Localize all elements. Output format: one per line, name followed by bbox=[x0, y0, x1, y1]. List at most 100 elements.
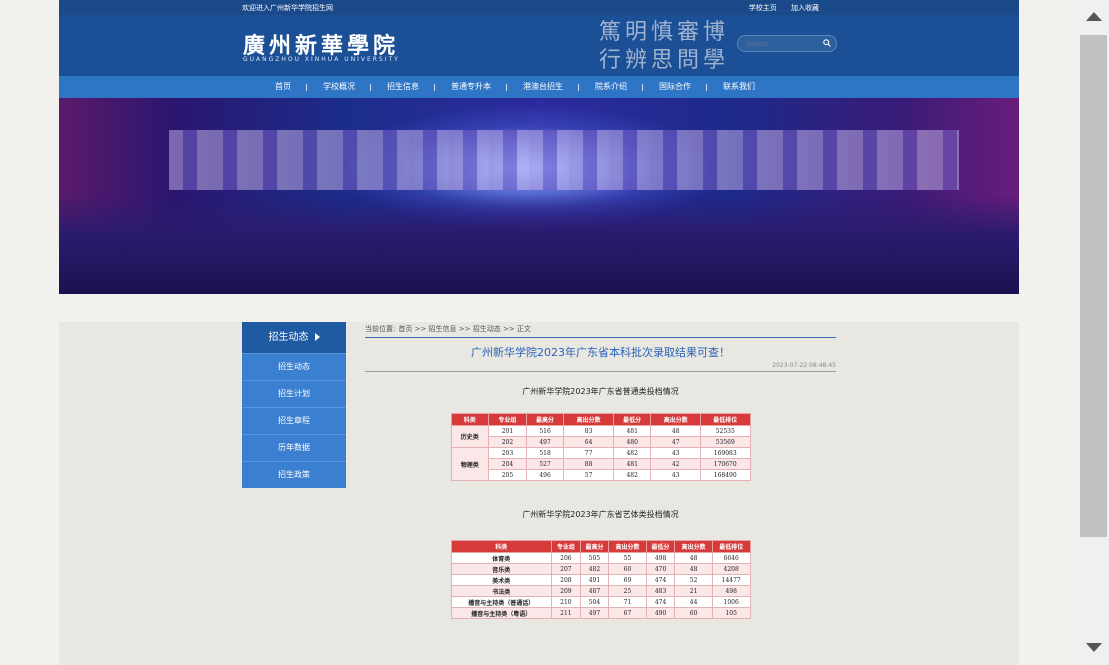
nav-upgrade[interactable]: 普通专升本 bbox=[435, 76, 507, 98]
top-bar: 欢迎进入广州新华学院招生网 学校主页 加入收藏 bbox=[59, 0, 1019, 15]
table-cell: 483 bbox=[645, 585, 676, 597]
table-cell: 60 bbox=[608, 563, 647, 575]
table-cell: 505 bbox=[579, 552, 610, 564]
welcome-text: 欢迎进入广州新华学院招生网 bbox=[242, 4, 333, 12]
table-cell: 206 bbox=[551, 552, 581, 564]
table-cell: 207 bbox=[551, 563, 581, 575]
sidebar-item-news[interactable]: 招生动态 bbox=[242, 353, 346, 380]
table-cell: 169083 bbox=[699, 447, 751, 459]
sidebar-item-plan[interactable]: 招生计划 bbox=[242, 380, 346, 407]
add-favorite-link[interactable]: 加入收藏 bbox=[791, 4, 819, 12]
table-cell: 470 bbox=[645, 563, 676, 575]
table-cell: 69 bbox=[608, 574, 647, 586]
table-cell: 48 bbox=[674, 552, 713, 564]
category-cell: 物理类 bbox=[450, 447, 490, 481]
category-cell: 播音与主持类（普通话） bbox=[450, 596, 553, 608]
table-header: 科类 bbox=[450, 413, 490, 426]
table-header: 最高分 bbox=[525, 413, 565, 426]
table-cell: 202 bbox=[488, 436, 527, 448]
table-header: 高出分数 bbox=[608, 540, 647, 553]
table-cell: 518 bbox=[525, 447, 565, 459]
table-cell: 6646 bbox=[711, 552, 751, 564]
sidebar-item-history[interactable]: 历年数据 bbox=[242, 434, 346, 461]
table-cell: 205 bbox=[488, 469, 527, 481]
table-cell: 482 bbox=[612, 469, 652, 481]
table-cell: 83 bbox=[563, 425, 614, 437]
nav-admission-info[interactable]: 招生信息 bbox=[371, 76, 435, 98]
table2-caption: 广州新华学院2023年广东省艺体类投档情况 bbox=[522, 510, 679, 519]
table-cell: 42 bbox=[650, 458, 701, 470]
breadcrumb-label: 当前位置: bbox=[365, 325, 396, 333]
table1-caption: 广州新华学院2023年广东省普通类投档情况 bbox=[522, 387, 679, 396]
table-cell: 55 bbox=[608, 552, 647, 564]
table-row: 205 496 57 482 43 168490 bbox=[451, 469, 751, 481]
nav-international[interactable]: 国际合作 bbox=[643, 76, 707, 98]
table-cell: 88 bbox=[563, 458, 614, 470]
table-cell: 527 bbox=[525, 458, 565, 470]
table-cell: 64 bbox=[563, 436, 614, 448]
table-header: 最低分 bbox=[612, 413, 652, 426]
table-cell: 43 bbox=[650, 469, 701, 481]
nav-departments[interactable]: 院系介绍 bbox=[579, 76, 643, 98]
motto: 篤明慎審博 行辨思問學 bbox=[599, 19, 729, 75]
table-cell: 47 bbox=[650, 436, 701, 448]
main-area: 招生动态 招生动态 招生计划 招生章程 历年数据 招生政策 当前位置: 首页 >>… bbox=[59, 322, 1019, 665]
table-cell: 170670 bbox=[699, 458, 751, 470]
category-cell: 音乐类 bbox=[450, 563, 553, 575]
table-cell: 497 bbox=[579, 607, 610, 619]
sidebar-item-policy[interactable]: 招生政策 bbox=[242, 461, 346, 488]
table-cell: 480 bbox=[612, 436, 652, 448]
banner-stage bbox=[59, 194, 1019, 294]
search-box bbox=[737, 35, 837, 52]
article-title: 广州新华学院2023年广东省本科批次录取结果可查！ bbox=[471, 346, 730, 359]
table-cell: 60 bbox=[674, 607, 713, 619]
table-cell: 474 bbox=[645, 596, 676, 608]
header: 廣州新華學院 GUANGZHOU XINHUA UNIVERSITY 篤明慎審博… bbox=[59, 15, 1019, 76]
table-cell: 204 bbox=[488, 458, 527, 470]
category-cell: 播音与主持类（粤语） bbox=[450, 607, 553, 619]
table-header: 最低排位 bbox=[711, 540, 751, 553]
article: 当前位置: 首页 >> 招生信息 >> 招生动态 >> 正文 广州新华学院2023… bbox=[365, 322, 836, 619]
general-admission-table: 科类 专业组 最高分 高出分数 最低分 高出分数 最低排位 历史类 201 51… bbox=[450, 413, 751, 481]
school-home-link[interactable]: 学校主页 bbox=[749, 4, 777, 12]
breadcrumb-path[interactable]: 首页 >> 招生信息 >> 招生动态 >> 正文 bbox=[398, 325, 531, 333]
table-row: 202 497 64 480 47 53569 bbox=[451, 436, 751, 448]
table-cell: 211 bbox=[551, 607, 581, 619]
page: 欢迎进入广州新华学院招生网 学校主页 加入收藏 廣州新華學院 GUANGZHOU… bbox=[59, 0, 1019, 665]
table-cell: 4208 bbox=[711, 563, 751, 575]
scrollbar-thumb[interactable] bbox=[1080, 35, 1107, 537]
motto-line-2: 行辨思問學 bbox=[599, 48, 730, 73]
table-row: 书法类 209 487 25 483 21 498 bbox=[450, 585, 751, 597]
table-header: 高出分数 bbox=[650, 413, 701, 426]
scroll-up-icon[interactable] bbox=[1086, 12, 1102, 21]
table-cell: 168490 bbox=[699, 469, 751, 481]
vertical-scrollbar[interactable] bbox=[1078, 0, 1109, 665]
table-cell: 203 bbox=[488, 447, 527, 459]
table-cell: 481 bbox=[612, 425, 652, 437]
table-header: 专业组 bbox=[488, 413, 527, 426]
nav-hk-macao-taiwan[interactable]: 港澳台招生 bbox=[507, 76, 579, 98]
arts-sports-admission-table: 科类 专业组 最高分 高出分数 最低分 高出分数 最低排位 体育类 206 50… bbox=[450, 540, 751, 619]
table-cell: 497 bbox=[525, 436, 565, 448]
category-cell: 书法类 bbox=[450, 585, 553, 597]
table-cell: 498 bbox=[645, 552, 676, 564]
table-cell: 474 bbox=[645, 574, 676, 586]
search-icon[interactable] bbox=[823, 39, 831, 47]
scroll-down-icon[interactable] bbox=[1086, 643, 1102, 652]
nav-home[interactable]: 首页 bbox=[259, 76, 307, 98]
table-cell: 77 bbox=[563, 447, 614, 459]
motto-line-1: 篤明慎審博 bbox=[599, 20, 730, 45]
nav-contact[interactable]: 联系我们 bbox=[707, 76, 771, 98]
logo-english: GUANGZHOU XINHUA UNIVERSITY bbox=[243, 56, 400, 63]
table-header: 最高分 bbox=[579, 540, 610, 553]
nav-school-overview[interactable]: 学校概况 bbox=[307, 76, 371, 98]
sidebar-item-charter[interactable]: 招生章程 bbox=[242, 407, 346, 434]
table-cell: 52 bbox=[674, 574, 713, 586]
table-cell: 57 bbox=[563, 469, 614, 481]
search-input[interactable] bbox=[744, 38, 818, 50]
table-cell: 53569 bbox=[699, 436, 751, 448]
table-row: 播音与主持类（普通话） 210 504 71 474 44 1006 bbox=[450, 596, 751, 608]
banner-pixelated-area bbox=[169, 130, 959, 190]
table-header: 科类 bbox=[450, 540, 553, 553]
category-cell: 美术类 bbox=[450, 574, 553, 586]
